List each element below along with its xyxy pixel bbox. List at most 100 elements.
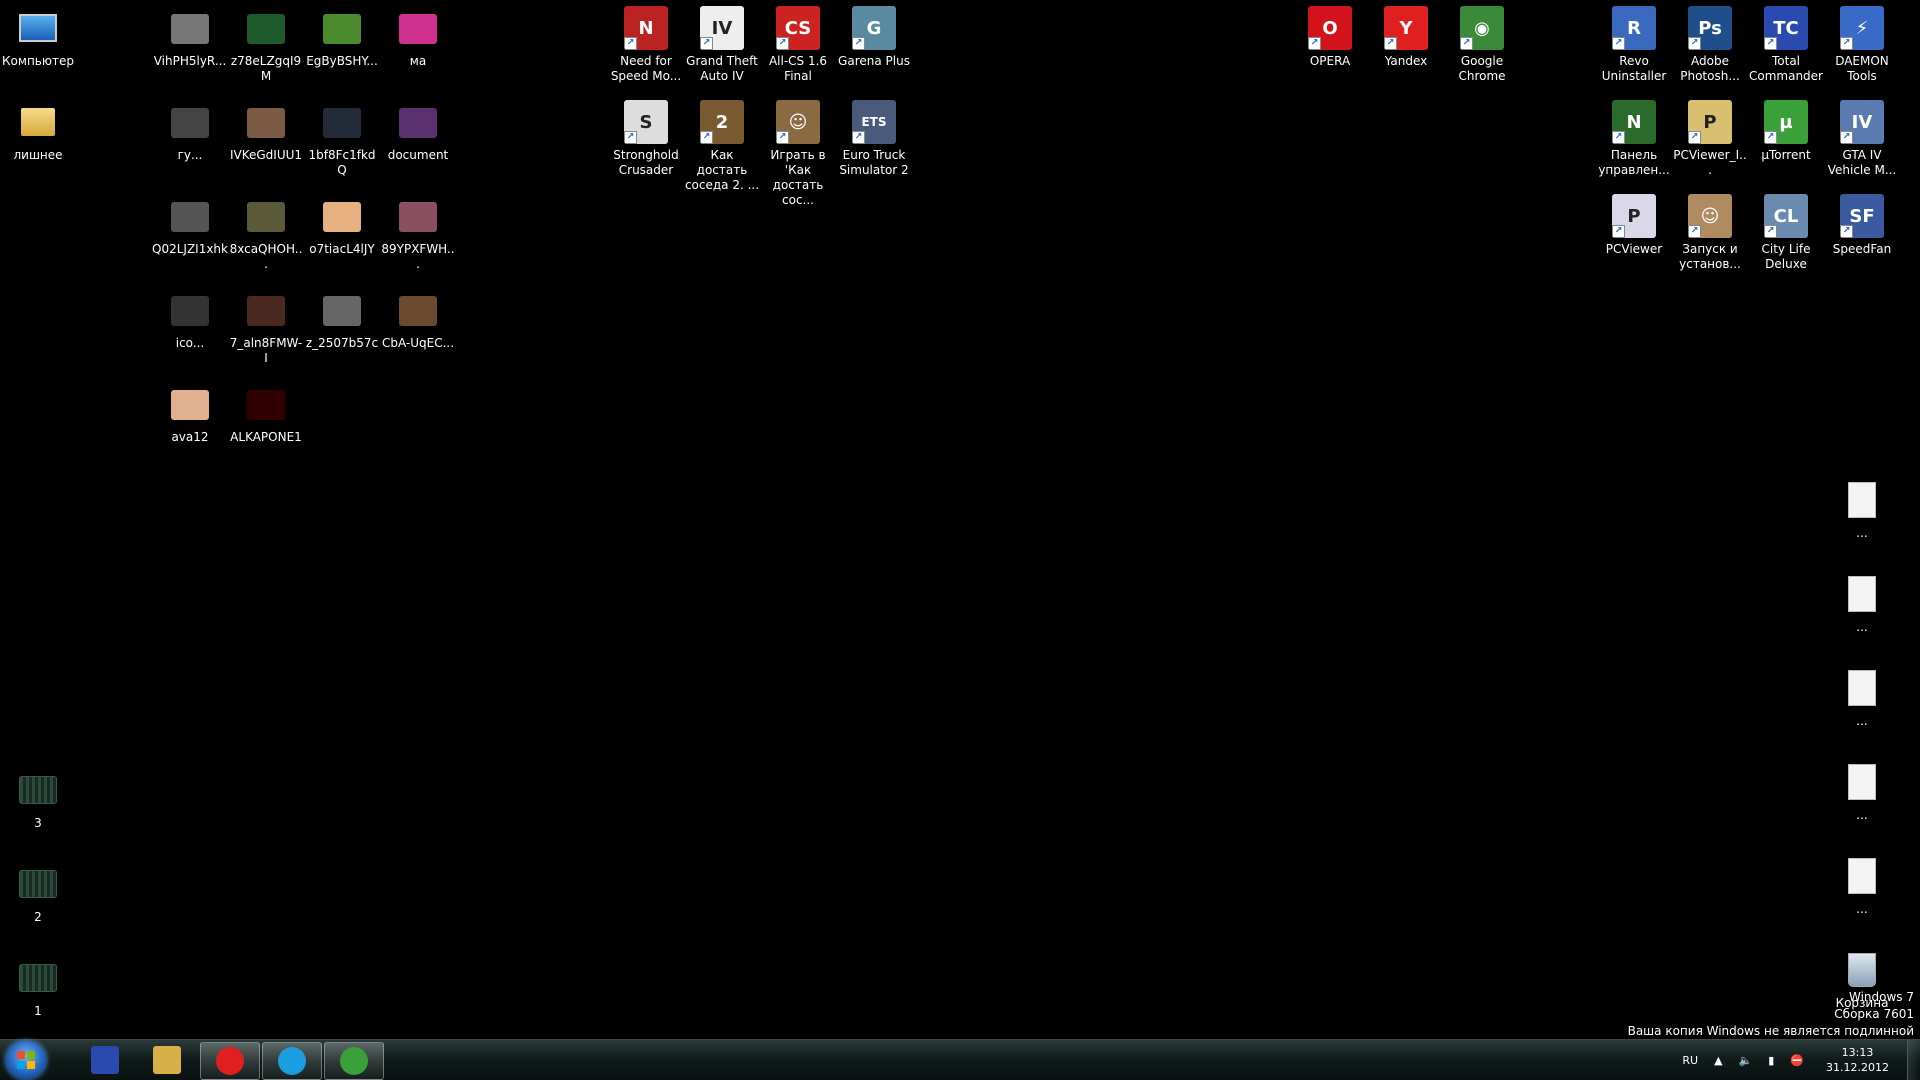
image-file-icon — [323, 202, 361, 232]
desktop-icon[interactable]: ... — [1824, 854, 1900, 917]
utorrent-icon — [340, 1047, 368, 1075]
desktop-icon[interactable]: 8xcaQHOH... — [228, 194, 304, 272]
desktop-icon[interactable]: 89YPXFWH... — [380, 194, 456, 272]
volume-icon[interactable]: 🔈 — [1739, 1054, 1753, 1067]
desktop-icon[interactable]: N ↗ Need for Speed Mo... — [608, 6, 684, 84]
skype-icon — [278, 1047, 306, 1075]
desktop-icon[interactable]: EgByBSHY... — [304, 6, 380, 69]
desktop-icon[interactable]: Компьютер — [0, 6, 76, 69]
image-file-icon — [171, 108, 209, 138]
taskbar-item-skype[interactable] — [262, 1042, 322, 1080]
desktop-icon-label: Играть в 'Как достать сос... — [770, 148, 826, 207]
action-center-icon[interactable]: ⛔ — [1790, 1054, 1804, 1067]
desktop-icon[interactable]: z_2507b57c — [304, 288, 380, 351]
desktop-icon[interactable]: ... — [1824, 478, 1900, 541]
desktop-icon[interactable]: Ps ↗ Adobe Photosh... — [1672, 6, 1748, 84]
application-icon: ⚡ ↗ — [1840, 6, 1884, 50]
desktop-icon[interactable]: S ↗ Stronghold Crusader — [608, 100, 684, 178]
desktop-icon-label: PCViewer_I... — [1673, 148, 1747, 177]
desktop-icon[interactable]: ☺ ↗ Запуск и установ... — [1672, 194, 1748, 272]
desktop-icon[interactable]: z78eLZgqI9M — [228, 6, 304, 84]
desktop-icon[interactable]: VihPH5lyR... — [152, 6, 228, 69]
explorer-icon — [153, 1046, 181, 1074]
desktop-icon[interactable]: 2 ↗ Как достать соседа 2. ... — [684, 100, 760, 193]
desktop-icon[interactable]: 7_aln8FMW-I — [228, 288, 304, 366]
windows-watermark: Windows 7 Сборка 7601 Ваша копия Windows… — [1628, 989, 1914, 1040]
desktop-icon[interactable]: R ↗ Revo Uninstaller — [1596, 6, 1672, 84]
desktop-icon[interactable]: ... — [1824, 572, 1900, 635]
desktop-icon[interactable]: µ ↗ µTorrent — [1748, 100, 1824, 163]
taskbar-item-utorrent[interactable] — [324, 1042, 384, 1080]
application-icon: 2 ↗ — [700, 100, 744, 144]
show-hidden-icons-icon[interactable]: ▲ — [1714, 1054, 1722, 1067]
desktop-icon[interactable]: ETS ↗ Euro Truck Simulator 2 — [836, 100, 912, 178]
desktop-icon[interactable]: TC ↗ Total Commander — [1748, 6, 1824, 84]
desktop-icon[interactable]: O ↗ OPERA — [1292, 6, 1368, 69]
application-icon: ◉ ↗ — [1460, 6, 1504, 50]
image-file-icon — [247, 14, 285, 44]
desktop-icon[interactable]: ◉ ↗ Google Chrome — [1444, 6, 1520, 84]
desktop-icon[interactable]: 1 — [0, 954, 76, 1019]
shortcut-arrow-icon: ↗ — [700, 37, 713, 50]
application-icon: µ ↗ — [1764, 100, 1808, 144]
image-file-icon — [323, 296, 361, 326]
desktop-icon-label: PCViewer — [1605, 242, 1663, 256]
desktop-icon[interactable]: SF ↗ SpeedFan — [1824, 194, 1900, 257]
taskbar-item-total-commander[interactable] — [76, 1042, 134, 1078]
application-icon: IV ↗ — [700, 6, 744, 50]
desktop-icon[interactable]: P ↗ PCViewer — [1596, 194, 1672, 257]
desktop-icon[interactable]: document — [380, 100, 456, 163]
windows-logo-icon — [17, 1051, 35, 1069]
desktop-icon[interactable]: o7tiacL4lJY — [304, 194, 380, 257]
image-file-icon — [171, 202, 209, 232]
desktop-icon[interactable]: N ↗ Панель управлен... — [1596, 100, 1672, 178]
document-file-icon — [1840, 572, 1884, 616]
start-button[interactable] — [6, 1041, 46, 1079]
desktop-icon-label: ... — [1856, 714, 1868, 728]
show-desktop-button[interactable] — [1907, 1040, 1920, 1080]
desktop-icon[interactable]: ... — [1824, 760, 1900, 823]
desktop-icon[interactable]: Y ↗ Yandex — [1368, 6, 1444, 69]
network-icon[interactable]: ▮ — [1768, 1054, 1774, 1067]
total-commander-icon — [91, 1046, 119, 1074]
desktop-icon-label: µTorrent — [1761, 148, 1811, 162]
desktop-icon[interactable]: ALKAPONE1 — [228, 382, 304, 445]
shortcut-arrow-icon: ↗ — [1460, 37, 1473, 50]
application-icon: Y ↗ — [1384, 6, 1428, 50]
desktop-icon[interactable]: IVKeGdIUU1 — [228, 100, 304, 163]
taskbar-item-yandex[interactable] — [200, 1042, 260, 1080]
application-icon: IV ↗ — [1840, 100, 1884, 144]
desktop-icon[interactable]: P ↗ PCViewer_I... — [1672, 100, 1748, 178]
desktop-icon[interactable]: CbA-UqEC... — [380, 288, 456, 351]
taskbar-item-explorer[interactable] — [138, 1042, 196, 1078]
desktop-icon[interactable]: ⚡ ↗ DAEMON Tools — [1824, 6, 1900, 84]
desktop-icon[interactable]: 2 — [0, 860, 76, 925]
desktop-icon[interactable]: IV ↗ Grand Theft Auto IV — [684, 6, 760, 84]
desktop-icon[interactable]: CL ↗ City Life Deluxe — [1748, 194, 1824, 272]
desktop-icon[interactable]: G ↗ Garena Plus — [836, 6, 912, 69]
desktop-icon[interactable]: ма — [380, 6, 456, 69]
shortcut-arrow-icon: ↗ — [700, 131, 713, 144]
shortcut-arrow-icon: ↗ — [1612, 131, 1625, 144]
desktop-icon-label: CbA-UqEC... — [381, 336, 455, 350]
desktop-icon[interactable]: ava12 — [152, 382, 228, 445]
language-indicator[interactable]: RU — [1682, 1054, 1698, 1067]
desktop-icon-label: DAEMON Tools — [1835, 54, 1889, 83]
desktop-icon[interactable]: лишнее — [0, 100, 76, 163]
clock[interactable]: 13:13 31.12.2012 — [1826, 1045, 1889, 1075]
image-file-icon — [247, 296, 285, 326]
desktop-icon[interactable]: CS ↗ All-CS 1.6 Final — [760, 6, 836, 84]
desktop-icon[interactable]: ico... — [152, 288, 228, 351]
shortcut-arrow-icon: ↗ — [1840, 37, 1853, 50]
desktop-icon[interactable]: 3 — [0, 766, 76, 831]
desktop-icon[interactable]: ... — [1824, 666, 1900, 729]
desktop-icon[interactable]: 1bf8Fc1fkdQ — [304, 100, 380, 178]
desktop-icon-label: Q02LJZI1xhk — [152, 242, 228, 256]
desktop-icon[interactable]: IV ↗ GTA IV Vehicle M... — [1824, 100, 1900, 178]
desktop-icon[interactable]: ☺ ↗ Играть в 'Как достать сос... — [760, 100, 836, 208]
desktop-icon-label: VihPH5lyR... — [153, 54, 227, 68]
desktop-icon[interactable]: Q02LJZI1xhk — [152, 194, 228, 257]
desktop-icon-label: z_2507b57c — [305, 336, 379, 350]
image-thumbnail-icon — [19, 964, 57, 992]
desktop-icon[interactable]: гу... — [152, 100, 228, 163]
